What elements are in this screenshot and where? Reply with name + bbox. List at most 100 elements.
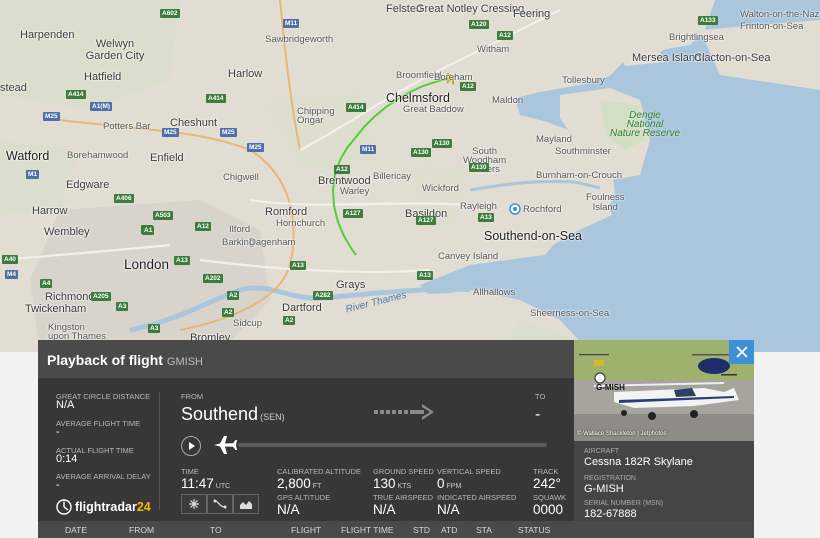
flightradar-playback-page: Felsted Great Notley Cressing Feering Wa… [0,0,820,538]
road-shield: A4 [40,279,53,288]
road-shield: A12 [195,222,211,231]
road-shield: A503 [153,211,173,220]
calibrated-altitude-value: 2,800 FT [277,476,321,491]
map-label-kingston: Kingston upon Thames [48,322,106,342]
map-label-brightlingsea: Brightlingsea [669,32,724,43]
road-shield: M11 [360,145,377,154]
vertical-speed-label: VERTICAL SPEED [437,467,501,476]
map-label-london: London [124,257,170,272]
calibrated-altitude-number: 2,800 [277,476,311,491]
true-airspeed-value: N/A [373,502,396,517]
map-label-mayland: Mayland [536,134,572,145]
map-label-edgware: Edgware [66,179,110,191]
road-shield: A1(M) [90,102,113,111]
map-label-dengie: Dengie National Nature Reserve [610,110,681,139]
ground-speed-label: GROUND SPEED [373,467,434,476]
column-from[interactable]: FROM [129,525,154,535]
road-shield: A1 [142,226,155,235]
compass-icon [189,499,199,509]
play-button[interactable] [181,436,201,456]
road-shield: A12 [334,165,350,174]
map-label-stead: stead [0,82,27,94]
squawk-value: 0000 [533,502,564,517]
map-label-maldon: Maldon [492,95,524,106]
column-sta[interactable]: STA [476,525,492,535]
time-number: 11:47 [181,476,214,491]
map-label-dagenham: Dagenham [249,237,296,248]
ground-speed-unit: KTS [397,483,412,490]
calibrated-altitude-unit: FT [312,483,322,490]
radar-logo-icon [56,499,72,515]
photo-credit[interactable]: © Wallace Shackleton | Jetphotos [577,431,666,437]
road-shield: A282 [313,291,333,300]
column-atd[interactable]: ATD [441,525,457,535]
map-label-harlow: Harlow [228,68,263,80]
column-flight-time[interactable]: FLIGHT TIME [341,525,394,535]
map-label-tollesbury: Tollesbury [562,75,605,86]
road-shield: A13 [174,256,190,265]
column-date[interactable]: DATE [65,525,87,535]
map-view[interactable]: Felsted Great Notley Cressing Feering Wa… [0,0,820,352]
flightradar24-logo[interactable]: flightradar24 [56,499,151,515]
road-shield: M25 [220,128,237,137]
column-flight[interactable]: FLIGHT [291,525,321,535]
calibrated-altitude-label: CALIBRATED ALTITUDE [277,467,361,476]
map-label-burnham: Burnham-on-Crouch [536,170,623,181]
ground-speed-number: 130 [373,476,396,491]
road-shield: A414 [346,103,366,112]
map-label-southminster: Southminster [555,146,611,157]
serial-number-value: 182-67888 [584,508,637,520]
logo-number: 24 [136,500,151,514]
map-label-great-notley: Great Notley Cressing [416,3,525,15]
aircraft-photo[interactable]: G-MISH © Wallace Shackleton | Jetphotos [574,340,754,441]
map-label-sawbridgeworth: Sawbridgeworth [265,34,334,45]
map-label-borehamwood: Borehamwood [67,150,129,161]
map-label-potters-bar: Potters Bar [103,121,151,132]
column-to[interactable]: TO [210,525,222,535]
flight-history-table-header: DATE FROM TO FLIGHT FLIGHT TIME STD ATD … [38,521,754,538]
map-label-wickford: Wickford [422,183,459,194]
road-shield: A130 [411,148,431,157]
panel-title: Playback of flight GMISH [47,352,203,368]
route-path-icon [213,499,227,509]
road-shield: A202 [203,274,223,283]
road-shield: M25 [43,112,60,121]
graph-button[interactable] [233,494,259,514]
map-label-hatfield: Hatfield [84,71,122,83]
map-label-dartford: Dartford [282,302,322,314]
map-label-chipping-ongar: Chipping Ongar [297,106,335,126]
play-icon [189,442,195,450]
road-shield: A133 [698,16,718,25]
road-shield: A2 [283,316,296,325]
road-shield: A406 [114,194,134,203]
vertical-speed-value: 0 FPM [437,476,461,491]
playback-timeline[interactable] [238,443,547,447]
route-button[interactable] [207,494,233,514]
road-shield: A414 [66,90,86,99]
column-status[interactable]: STATUS [518,525,550,535]
track-label: TRACK [533,467,559,476]
map-label-twickenham: Twickenham [25,303,87,315]
road-shield: A3 [148,324,161,333]
road-shield: A40 [2,255,18,264]
chart-icon [240,501,252,509]
column-std[interactable]: STD [413,525,430,535]
map-label-romford: Romford [265,206,308,218]
registration-label: REGISTRATION [584,475,636,482]
origin-airport[interactable]: Southend (SEN) [181,404,285,425]
map-label-mersea: Mersea Island [632,52,702,64]
road-shield: A13 [417,271,433,280]
route-arrow-icon [374,404,434,420]
map-label-harrow: Harrow [32,205,68,217]
airport-pin-icon[interactable] [509,203,521,215]
playback-plane-icon[interactable] [212,434,238,456]
widget-button[interactable] [181,494,207,514]
map-label-rochford: Rochford [523,204,562,215]
gps-altitude-value: N/A [277,502,300,517]
vertical-speed-unit: FPM [446,483,462,490]
road-shield: A2 [227,291,240,300]
destination-airport[interactable]: - [535,406,540,424]
map-label-southend: Southend-on-Sea [484,229,582,243]
road-shield: A12 [460,82,476,91]
close-button[interactable] [729,340,754,364]
